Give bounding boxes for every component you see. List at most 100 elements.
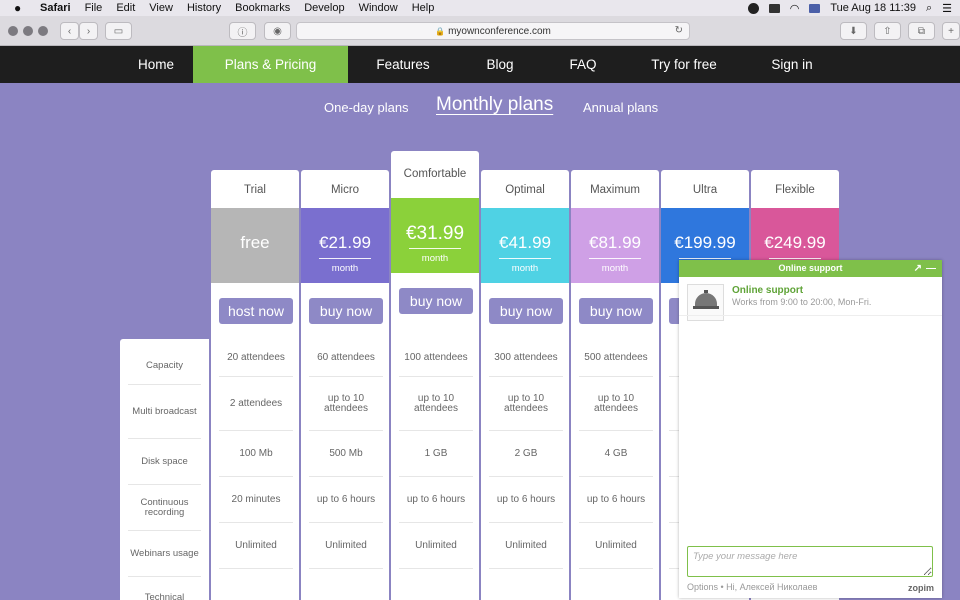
clock[interactable]: Tue Aug 18 11:39	[830, 2, 916, 14]
plan-feature-value: 500 Mb	[309, 431, 383, 477]
plan-feature-value: 300 attendees	[489, 339, 563, 377]
plan-feature-value: 2 attendees	[219, 377, 293, 431]
site-navigation: Home Plans & Pricing Features Blog FAQ T…	[0, 46, 960, 83]
chat-header[interactable]: Online support ↗ —	[679, 260, 942, 277]
chat-message-input[interactable]	[687, 546, 933, 577]
nav-try-for-free[interactable]: Try for free	[640, 46, 728, 83]
tabs-overview-button[interactable]: ⧉	[908, 22, 935, 40]
minimize-window-button[interactable]	[23, 26, 33, 36]
sidebar-icon: ▭	[113, 25, 124, 37]
plan-price: €21.99	[319, 233, 371, 252]
price-underline	[499, 258, 551, 259]
reload-icon[interactable]: ↻	[675, 25, 683, 36]
chevron-right-icon: ›	[86, 25, 91, 37]
plan-feature-value: up to 6 hours	[579, 477, 653, 523]
shield-icon: ◉	[273, 25, 282, 37]
menu-file[interactable]: File	[85, 2, 103, 14]
tab-annual-plans[interactable]: Annual plans	[583, 100, 658, 115]
info-circle-icon: ⓘ	[237, 27, 248, 39]
extension-button[interactable]: ◉	[264, 22, 291, 40]
address-bar[interactable]: 🔒 myownconference.com ↻	[296, 22, 690, 40]
plan-price-block: €31.99 month	[391, 198, 479, 273]
plan-period: month	[511, 263, 539, 274]
plan-feature-value: up to 6 hours	[309, 477, 383, 523]
plan-feature-value: 20 minutes	[219, 477, 293, 523]
plan-feature-value: Unlimited	[309, 523, 383, 569]
menu-history[interactable]: History	[187, 2, 221, 14]
feature-label-capacity: Capacity	[128, 347, 201, 385]
plan-price: €199.99	[674, 233, 736, 252]
downloads-button[interactable]: ⬇	[840, 22, 867, 40]
nav-home[interactable]: Home	[126, 46, 186, 83]
nav-features[interactable]: Features	[365, 46, 441, 83]
chevron-left-icon: ‹	[67, 25, 72, 37]
nav-plans-pricing[interactable]: Plans & Pricing	[193, 46, 348, 83]
buy-now-button[interactable]: buy now	[309, 298, 383, 324]
nav-faq[interactable]: FAQ	[560, 46, 606, 83]
plan-feature-value: 1 GB	[399, 431, 473, 477]
plan-column: Micro €21.99 month buy now 60 attendees up to…	[301, 170, 389, 600]
sidebar-button[interactable]: ▭	[105, 22, 132, 40]
plan-feature-value: up to 10 attendees	[489, 377, 563, 431]
zoom-window-button[interactable]	[38, 26, 48, 36]
plan-period: month	[601, 263, 629, 274]
host-now-button[interactable]: host now	[219, 298, 293, 324]
plan-feature-value: up to 10 attendees	[579, 377, 653, 431]
plan-name: Maximum	[590, 184, 640, 196]
minimize-icon[interactable]: —	[926, 260, 936, 277]
nav-blog[interactable]: Blog	[475, 46, 525, 83]
plan-feature-value: Unlimited	[219, 523, 293, 569]
zopim-logo[interactable]: zopim	[908, 583, 934, 593]
nav-sign-in[interactable]: Sign in	[760, 46, 824, 83]
tabs-icon: ⧉	[917, 25, 926, 37]
popout-icon[interactable]: ↗	[914, 260, 922, 277]
tab-one-day-plans[interactable]: One-day plans	[324, 100, 409, 115]
tab-monthly-plans[interactable]: Monthly plans	[436, 94, 553, 116]
wifi-icon[interactable]: ◠	[790, 2, 800, 15]
price-underline	[319, 258, 371, 259]
apple-menu-icon[interactable]: ●	[14, 1, 28, 15]
forward-button[interactable]: ›	[79, 22, 98, 40]
menu-bookmarks[interactable]: Bookmarks	[235, 2, 290, 14]
share-button[interactable]: ⇧	[874, 22, 901, 40]
plan-feature-value: 500 attendees	[579, 339, 653, 377]
chat-hours: Works from 9:00 to 20:00, Mon-Fri.	[732, 297, 872, 307]
buy-now-button[interactable]: buy now	[579, 298, 653, 324]
menu-help[interactable]: Help	[412, 2, 435, 14]
spotlight-icon[interactable]: ⌕	[926, 2, 932, 15]
menu-app-safari[interactable]: Safari	[40, 2, 71, 14]
plan-column: Maximum €81.99 month buy now 500 attendees up…	[571, 170, 659, 600]
plan-price: €249.99	[764, 233, 826, 252]
display-icon[interactable]	[768, 3, 780, 13]
back-button[interactable]: ‹	[60, 22, 79, 40]
plan-price: €41.99	[499, 233, 551, 252]
menu-develop[interactable]: Develop	[304, 2, 344, 14]
notification-center-icon[interactable]: ☰	[942, 2, 952, 15]
menu-edit[interactable]: Edit	[116, 2, 135, 14]
feature-label-technical: Technical	[144, 592, 185, 600]
menu-view[interactable]: View	[149, 2, 173, 14]
feature-labels-column: Capacity Multi broadcast Disk space Cont…	[120, 339, 209, 600]
chat-header-title: Online support	[778, 263, 843, 273]
buy-now-button[interactable]: buy now	[399, 288, 473, 314]
status-app-icon[interactable]	[747, 2, 759, 14]
plan-name: Flexible	[775, 184, 815, 196]
browser-toolbar: ‹ › ▭ ⓘ ◉ 🔒 myownconference.com ↻ ⬇ ⇧ ⧉ …	[0, 16, 960, 46]
chat-footer[interactable]: Options • Hi, Алексей Николаев	[687, 582, 817, 592]
chat-divider	[679, 315, 942, 316]
plan-name: Ultra	[692, 184, 718, 196]
flag-icon[interactable]	[809, 3, 821, 13]
plan-feature-value: 60 attendees	[309, 339, 383, 377]
menu-window[interactable]: Window	[359, 2, 398, 14]
privacy-report-button[interactable]: ⓘ	[229, 22, 256, 40]
macos-menu-bar: ● Safari File Edit View History Bookmark…	[0, 0, 960, 16]
plan-name: Micro	[330, 184, 360, 196]
plan-price: €31.99	[405, 223, 465, 244]
download-icon: ⬇	[849, 25, 858, 37]
new-tab-button[interactable]: +	[942, 22, 960, 40]
plan-feature-value: 4 GB	[579, 431, 653, 477]
buy-now-button[interactable]: buy now	[489, 298, 563, 324]
plan-feature-value: up to 6 hours	[399, 477, 473, 523]
price-underline	[409, 248, 461, 249]
close-window-button[interactable]	[8, 26, 18, 36]
